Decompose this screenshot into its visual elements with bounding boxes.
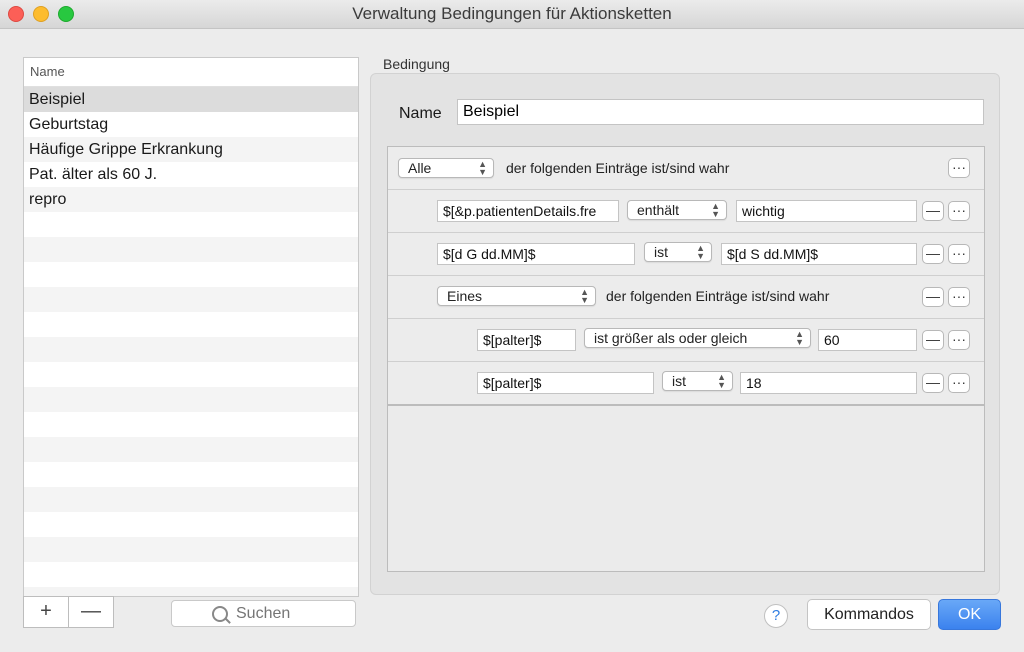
empty-row: [24, 512, 358, 537]
operator-popup[interactable]: enthält ▲ ▼: [627, 200, 727, 220]
search-icon: [212, 606, 228, 622]
add-condition-button[interactable]: +: [23, 596, 69, 628]
more-options-button[interactable]: ···: [948, 373, 970, 393]
condition-row: $[palter]$ ist ▲ ▼ 18 — ···: [388, 362, 984, 406]
conditions-list[interactable]: Name Beispiel Geburtstag Häufige Grippe …: [23, 57, 359, 597]
match-mode-popup[interactable]: Eines ▲ ▼: [437, 286, 596, 306]
condition-row: $[palter]$ ist größer als oder gleich ▲ ▼…: [388, 319, 984, 362]
condition-value-input[interactable]: $[d S dd.MM]$: [721, 243, 917, 265]
match-mode-value: Eines: [447, 288, 483, 304]
operator-value: enthält: [637, 202, 680, 218]
group-description: der folgenden Einträge ist/sind wahr: [506, 160, 730, 176]
empty-row: [24, 387, 358, 412]
chevron-up-down-icon: ▲ ▼: [696, 243, 705, 261]
chevron-up-down-icon: ▲ ▼: [478, 159, 487, 177]
search-input[interactable]: [234, 604, 348, 624]
remove-row-button[interactable]: —: [922, 201, 944, 221]
empty-row: [24, 437, 358, 462]
more-options-button[interactable]: ···: [948, 201, 970, 221]
empty-row: [24, 287, 358, 312]
condition-value-input[interactable]: 18: [740, 372, 917, 394]
list-item[interactable]: Geburtstag: [24, 112, 358, 137]
window-title: Verwaltung Bedingungen für Aktionsketten: [352, 4, 672, 23]
name-input[interactable]: [457, 99, 984, 125]
condition-field-input[interactable]: $[&p.patientenDetails.fre: [437, 200, 619, 222]
empty-row: [24, 237, 358, 262]
empty-row: [24, 462, 358, 487]
remove-row-button[interactable]: —: [922, 287, 944, 307]
empty-row: [24, 562, 358, 587]
empty-row: [24, 262, 358, 287]
more-options-button[interactable]: ···: [948, 287, 970, 307]
operator-popup[interactable]: ist ▲ ▼: [644, 242, 712, 262]
condition-row-group: Alle ▲ ▼ der folgenden Einträge ist/sind …: [388, 147, 984, 190]
empty-row: [24, 212, 358, 237]
empty-row: [24, 487, 358, 512]
condition-row: $[&p.patientenDetails.fre enthält ▲ ▼ wic…: [388, 190, 984, 233]
remove-row-button[interactable]: —: [922, 244, 944, 264]
empty-row: [24, 412, 358, 437]
empty-row: [24, 312, 358, 337]
empty-row: [24, 337, 358, 362]
chevron-up-down-icon: ▲ ▼: [717, 372, 726, 390]
list-header-name[interactable]: Name: [24, 58, 358, 87]
condition-row: $[d G dd.MM]$ ist ▲ ▼ $[d S dd.MM]$ — ···: [388, 233, 984, 276]
help-button[interactable]: ?: [764, 604, 788, 628]
list-item[interactable]: Beispiel: [24, 87, 358, 112]
operator-value: ist: [672, 373, 686, 389]
chevron-up-down-icon: ▲ ▼: [795, 329, 804, 347]
more-options-button[interactable]: ···: [948, 158, 970, 178]
list-rows: Beispiel Geburtstag Häufige Grippe Erkra…: [24, 87, 358, 596]
condition-row-group: Eines ▲ ▼ der folgenden Einträge ist/sind…: [388, 276, 984, 319]
chevron-up-down-icon: ▲ ▼: [580, 287, 589, 305]
condition-value-input[interactable]: 60: [818, 329, 917, 351]
condition-value-input[interactable]: wichtig: [736, 200, 917, 222]
list-item[interactable]: Häufige Grippe Erkrankung: [24, 137, 358, 162]
ok-button[interactable]: OK: [938, 599, 1001, 630]
condition-field-input[interactable]: $[palter]$: [477, 329, 576, 351]
more-options-button[interactable]: ···: [948, 244, 970, 264]
operator-popup[interactable]: ist ▲ ▼: [662, 371, 733, 391]
name-label: Name: [399, 105, 442, 122]
list-item[interactable]: repro: [24, 187, 358, 212]
match-mode-popup[interactable]: Alle ▲ ▼: [398, 158, 494, 178]
operator-popup[interactable]: ist größer als oder gleich ▲ ▼: [584, 328, 811, 348]
condition-field-input[interactable]: $[palter]$: [477, 372, 654, 394]
chevron-up-down-icon: ▲ ▼: [711, 201, 720, 219]
remove-condition-button[interactable]: —: [68, 596, 114, 628]
operator-value: ist: [654, 244, 668, 260]
group-label: Bedingung: [383, 56, 450, 72]
empty-row: [24, 362, 358, 387]
list-item[interactable]: Pat. älter als 60 J.: [24, 162, 358, 187]
condition-field-input[interactable]: $[d G dd.MM]$: [437, 243, 635, 265]
title-bar: Verwaltung Bedingungen für Aktionsketten: [0, 0, 1024, 29]
remove-row-button[interactable]: —: [922, 373, 944, 393]
empty-row: [24, 537, 358, 562]
condition-editor: Alle ▲ ▼ der folgenden Einträge ist/sind …: [387, 146, 985, 572]
group-description: der folgenden Einträge ist/sind wahr: [606, 288, 830, 304]
remove-row-button[interactable]: —: [922, 330, 944, 350]
match-mode-value: Alle: [408, 160, 432, 176]
search-field[interactable]: [171, 600, 356, 627]
kommandos-button[interactable]: Kommandos: [807, 599, 931, 630]
more-options-button[interactable]: ···: [948, 330, 970, 350]
operator-value: ist größer als oder gleich: [594, 330, 748, 346]
